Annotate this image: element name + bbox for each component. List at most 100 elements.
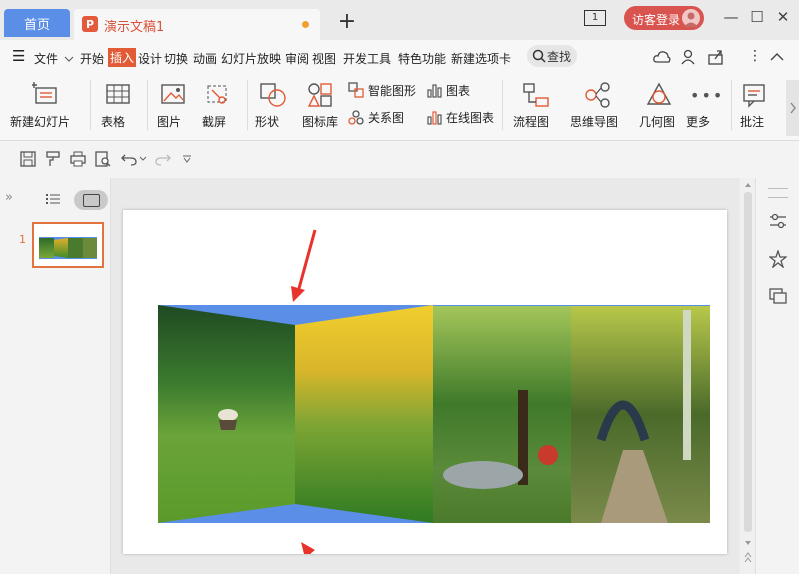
presentation-icon: P (82, 16, 98, 32)
menu-special[interactable]: 特色功能 (398, 50, 446, 67)
more-vertical-icon[interactable]: ⋮ (748, 48, 762, 64)
export-icon[interactable] (708, 49, 724, 65)
online-chart-icon (427, 111, 442, 125)
chart-button[interactable]: 图表 (424, 80, 474, 100)
divider (247, 80, 248, 130)
new-slide-icon (32, 82, 57, 104)
smart-graphic-button[interactable]: 智能图形 (346, 80, 420, 100)
scissors-icon (207, 85, 227, 104)
slide-panel: » 1 (0, 178, 111, 574)
print-icon[interactable] (70, 151, 86, 167)
icon-library-label: 图标库 (302, 115, 339, 129)
smart-graphic-label: 智能图形 (368, 84, 417, 98)
menu-review[interactable]: 审阅 (285, 50, 309, 67)
slide-view-icon (83, 194, 100, 207)
meadow-picture[interactable] (295, 305, 433, 523)
login-button[interactable]: 访客登录 (624, 6, 704, 30)
picture-button[interactable]: 图片 (155, 78, 195, 134)
comment-icon (743, 84, 765, 108)
slide-thumbnail[interactable] (32, 222, 104, 268)
tab-document[interactable]: P 演示文稿1 (74, 9, 320, 40)
previous-slide-icon[interactable] (744, 552, 752, 564)
scroll-up-icon[interactable] (744, 182, 752, 188)
animation-star-icon[interactable] (769, 250, 787, 268)
more-label: 更多 (686, 115, 711, 129)
table-icon (106, 84, 130, 104)
flowchart-button[interactable]: 流程图 (510, 78, 562, 134)
smart-graphic-icon (348, 82, 364, 98)
comment-label: 批注 (740, 115, 765, 129)
menu-slideshow[interactable]: 幻灯片放映 (221, 50, 281, 67)
collapse-ribbon-icon[interactable] (770, 52, 784, 62)
customize-toolbar-icon[interactable] (182, 155, 192, 163)
settings-sliders-icon[interactable] (769, 212, 787, 230)
maximize-button[interactable]: ☐ (748, 8, 766, 26)
divider (502, 80, 503, 130)
relation-button[interactable]: 关系图 (346, 107, 410, 127)
document-title: 演示文稿1 (104, 20, 165, 35)
editing-canvas (111, 178, 740, 574)
arrow-top (296, 229, 317, 293)
tree-picture[interactable] (433, 306, 571, 523)
print-preview-icon[interactable] (95, 151, 111, 167)
chevron-right-icon (790, 102, 796, 114)
menu-view[interactable]: 视图 (312, 50, 336, 67)
chevron-down-icon[interactable] (64, 52, 74, 66)
ribbon-scroll-right[interactable] (786, 80, 799, 136)
outline-view-icon[interactable] (46, 193, 60, 205)
tab-home[interactable]: 首页 (4, 9, 70, 37)
geometry-button[interactable]: 几何图 (638, 78, 680, 134)
table-button[interactable]: 表格 (100, 78, 140, 134)
table-label: 表格 (101, 115, 126, 129)
mindmap-button[interactable]: 思维导图 (568, 78, 630, 134)
chart-label: 图表 (446, 84, 471, 98)
slide-content (158, 229, 710, 562)
share-user-icon[interactable] (681, 49, 697, 65)
sidebar-handle (768, 188, 788, 198)
relation-label: 关系图 (368, 111, 405, 125)
menu-design[interactable]: 设计 (138, 50, 162, 67)
minimize-button[interactable]: — (722, 8, 740, 26)
menu-developer[interactable]: 开发工具 (343, 50, 391, 67)
slide-thumbnail-preview (39, 237, 97, 259)
undo-icon[interactable] (121, 151, 137, 167)
menu-animation[interactable]: 动画 (193, 50, 217, 67)
scroll-down-icon[interactable] (744, 540, 752, 546)
save-icon[interactable] (20, 151, 36, 167)
geometry-icon (646, 82, 672, 105)
menu-transition[interactable]: 切换 (164, 50, 188, 67)
menu-file[interactable]: 文件 (34, 50, 58, 67)
transition-icon[interactable] (769, 286, 787, 304)
scrollbar-thumb[interactable] (744, 192, 752, 532)
menu-insert[interactable]: 插入 (108, 48, 137, 67)
expand-panel-icon[interactable]: » (5, 190, 13, 205)
hamburger-icon[interactable]: ☰ (12, 47, 25, 65)
picture-icon (161, 84, 185, 104)
search-button[interactable]: 查找 (527, 45, 577, 67)
vertical-scrollbar[interactable] (741, 178, 755, 574)
format-painter-icon[interactable] (45, 151, 61, 167)
new-tab-button[interactable]: + (337, 9, 357, 34)
relation-icon (348, 110, 364, 125)
shape-icon (260, 83, 286, 107)
picture-label: 图片 (157, 115, 182, 129)
online-chart-button[interactable]: 在线图表 (424, 107, 496, 127)
screenshot-label: 截屏 (202, 115, 227, 129)
slide[interactable] (123, 210, 727, 562)
mindmap-icon (585, 82, 610, 108)
new-slide-button[interactable]: 新建幻灯片 (8, 78, 82, 134)
more-button[interactable]: ••• 更多 (684, 78, 726, 134)
search-icon (532, 49, 546, 63)
menu-new-tab[interactable]: 新建选项卡 (451, 50, 511, 67)
redo-icon[interactable] (155, 151, 171, 167)
comment-button[interactable]: 批注 (738, 78, 772, 134)
screenshot-button[interactable]: 截屏 (200, 78, 240, 134)
shape-button[interactable]: 形状 (253, 78, 293, 134)
cloud-icon[interactable] (653, 49, 671, 65)
menu-start[interactable]: 开始 (80, 50, 104, 67)
slide-view-toggle[interactable] (74, 190, 108, 210)
page-count-badge[interactable]: 1 (584, 10, 606, 26)
close-button[interactable]: ✕ (774, 8, 792, 26)
icon-library-button[interactable]: 图标库 (299, 78, 341, 134)
undo-dropdown-icon[interactable] (139, 156, 147, 162)
